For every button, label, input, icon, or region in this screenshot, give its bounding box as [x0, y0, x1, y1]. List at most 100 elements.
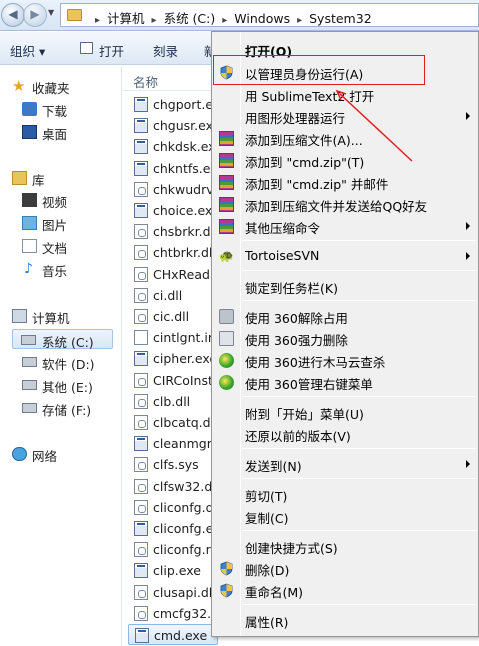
address-bar[interactable]: ▸ 计算机 ▸ 系统 (C:) ▸ Windows ▸ System32: [60, 3, 479, 27]
sidebar-item-desktop[interactable]: 桌面: [18, 122, 113, 142]
sidebar-item-libraries[interactable]: 库: [10, 168, 110, 188]
file-name: cmcfg32.dll: [153, 605, 218, 621]
menu-item-add-zip-email[interactable]: 添加到 "cmd.zip" 并邮件: [214, 171, 476, 193]
menu-item-add-to-cmd-zip[interactable]: 添加到 "cmd.zip"(T): [214, 149, 476, 171]
organize-button[interactable]: 组织 ▾: [10, 41, 45, 60]
menu-item-label: TortoiseSVN: [245, 248, 320, 263]
menu-separator: [242, 396, 476, 397]
file-row[interactable]: cmcfg32.dll: [128, 603, 218, 624]
sidebar-item-music[interactable]: ♪ 音乐: [18, 259, 113, 279]
breadcrumb-windows[interactable]: Windows: [234, 11, 290, 26]
breadcrumb-separator-icon[interactable]: ▸: [297, 15, 302, 26]
menu-item-add-zip-qq[interactable]: 添加到压缩文件并发送给QQ好友: [214, 193, 476, 215]
file-name: cliconfg.dll: [153, 499, 218, 515]
file-row[interactable]: CHxReadingStringIME.dll: [128, 264, 218, 285]
menu-item-360-scan[interactable]: 使用 360进行木马云查杀: [214, 349, 476, 371]
file-row[interactable]: CIRCoInst.dll: [128, 370, 218, 391]
file-row[interactable]: chgport.exe: [128, 94, 218, 115]
sidebar-item-drive-f[interactable]: 存储 (F:): [18, 398, 113, 418]
sidebar-item-drive-c[interactable]: 系统 (C:): [12, 329, 113, 350]
file-row[interactable]: chsbrkr.dll: [128, 221, 218, 242]
menu-item-properties[interactable]: 属性(R): [214, 609, 476, 631]
file-row[interactable]: clip.exe: [128, 560, 218, 581]
menu-item-360-unlock[interactable]: 使用 360解除占用: [214, 305, 476, 327]
menu-item-label: 使用 360强力删除: [245, 333, 348, 348]
menu-item-rename[interactable]: 重命名(M): [214, 579, 476, 601]
file-row[interactable]: cic.dll: [128, 306, 218, 327]
file-row[interactable]: clfs.sys: [128, 454, 218, 475]
breadcrumb: ▸ 计算机 ▸ 系统 (C:) ▸ Windows ▸ System32: [88, 8, 372, 27]
menu-item-tortoise-svn[interactable]: 🐢 TortoiseSVN: [214, 245, 476, 267]
file-row[interactable]: chkwudrv.dll: [128, 179, 218, 200]
file-name: CHxReadingStringIME.dll: [153, 266, 218, 282]
file-name: chkwudrv.dll: [153, 181, 218, 197]
file-row[interactable]: cipher.exe: [128, 348, 218, 369]
file-row[interactable]: clbcatq.dll: [128, 412, 218, 433]
file-row[interactable]: clb.dll: [128, 391, 218, 412]
menu-item-delete[interactable]: 删除(D): [214, 557, 476, 579]
context-menu: 打开(O) 以管理员身份运行(A) 用 SublimeText2 打开 用图形处…: [211, 31, 479, 637]
menu-item-label: 剪切(T): [245, 489, 288, 504]
sidebar-item-downloads[interactable]: 下载: [18, 99, 113, 119]
menu-item-copy[interactable]: 复制(C): [214, 505, 476, 527]
file-row[interactable]: chkntfs.exe: [128, 158, 218, 179]
breadcrumb-computer[interactable]: 计算机: [107, 11, 145, 26]
exe-file-icon: [134, 118, 148, 134]
file-row[interactable]: cmd.exe: [128, 624, 218, 645]
sidebar-item-computer[interactable]: 计算机: [10, 306, 110, 326]
exe-file-icon: [134, 160, 148, 176]
file-row[interactable]: chkdsk.exe: [128, 136, 218, 157]
picture-icon: [22, 216, 37, 230]
menu-item-add-to-archive[interactable]: 添加到压缩文件(A)...: [214, 127, 476, 149]
breadcrumb-system32[interactable]: System32: [309, 11, 372, 26]
sidebar-item-favorites[interactable]: ★ 收藏夹: [10, 76, 110, 97]
dll-file-icon: [134, 181, 148, 197]
breadcrumb-drive-c[interactable]: 系统 (C:): [164, 11, 216, 26]
dll-file-icon: [134, 393, 148, 409]
sidebar-item-drive-e[interactable]: 其他 (E:): [18, 375, 113, 395]
breadcrumb-separator-icon[interactable]: ▸: [152, 15, 157, 26]
menu-item-label: 用图形处理器运行: [245, 111, 346, 126]
menu-item-360-delete[interactable]: 使用 360强力删除: [214, 327, 476, 349]
file-row[interactable]: clusapi.dll: [128, 582, 218, 603]
file-row[interactable]: choice.exe: [128, 200, 218, 221]
file-row[interactable]: ci.dll: [128, 285, 218, 306]
sidebar-item-drive-d[interactable]: 软件 (D:): [18, 352, 113, 372]
menu-separator: [242, 448, 476, 449]
menu-item-pin-start[interactable]: 附到「开始」菜单(U): [214, 401, 476, 423]
file-row[interactable]: cliconfg.dll: [128, 497, 218, 518]
menu-item-restore-previous[interactable]: 还原以前的版本(V): [214, 423, 476, 445]
menu-item-run-with-gpu[interactable]: 用图形处理器运行: [214, 105, 476, 127]
breadcrumb-separator-icon[interactable]: ▸: [222, 15, 227, 26]
burn-button[interactable]: 刻录: [153, 41, 178, 60]
file-row[interactable]: chtbrkr.dll: [128, 242, 218, 263]
sidebar-item-label: 系统 (C:): [42, 335, 94, 350]
breadcrumb-separator-icon[interactable]: ▸: [95, 15, 100, 26]
sidebar-item-documents[interactable]: 文档: [18, 236, 113, 256]
menu-item-create-shortcut[interactable]: 创建快捷方式(S): [214, 535, 476, 557]
sidebar-item-pictures[interactable]: 图片: [18, 213, 113, 233]
menu-item-360-menu[interactable]: 使用 360管理右键菜单: [214, 371, 476, 393]
file-name: cintlgnt.ime: [153, 330, 218, 346]
sidebar-item-network[interactable]: 网络: [10, 444, 110, 464]
tortoise-svn-icon: 🐢: [219, 249, 234, 263]
menu-item-cut[interactable]: 剪切(T): [214, 483, 476, 505]
file-row[interactable]: cliconfg.exe: [128, 518, 218, 539]
history-dropdown-icon[interactable]: ▼: [48, 8, 54, 17]
menu-item-pin-taskbar[interactable]: 锁定到任务栏(K): [214, 275, 476, 297]
menu-item-label: 使用 360进行木马云查杀: [245, 355, 386, 370]
sidebar-item-videos[interactable]: 视频: [18, 190, 113, 210]
back-button[interactable]: ◀: [1, 3, 25, 27]
menu-item-label: 锁定到任务栏(K): [245, 281, 338, 296]
menu-item-send-to[interactable]: 发送到(N): [214, 453, 476, 475]
forward-button[interactable]: ▶: [23, 3, 47, 27]
menu-item-open-sublime[interactable]: 用 SublimeText2 打开: [214, 83, 476, 105]
file-row[interactable]: chgusr.exe: [128, 115, 218, 136]
column-header-name[interactable]: 名称: [133, 72, 158, 91]
menu-item-other-compress[interactable]: 其他压缩命令: [214, 215, 476, 237]
file-row[interactable]: cliconfg.rll: [128, 539, 218, 560]
file-row[interactable]: clfsw32.dll: [128, 476, 218, 497]
file-row[interactable]: cleanmgr.exe: [128, 433, 218, 454]
open-button[interactable]: 打开: [99, 41, 124, 60]
file-row[interactable]: cintlgnt.ime: [128, 327, 218, 348]
